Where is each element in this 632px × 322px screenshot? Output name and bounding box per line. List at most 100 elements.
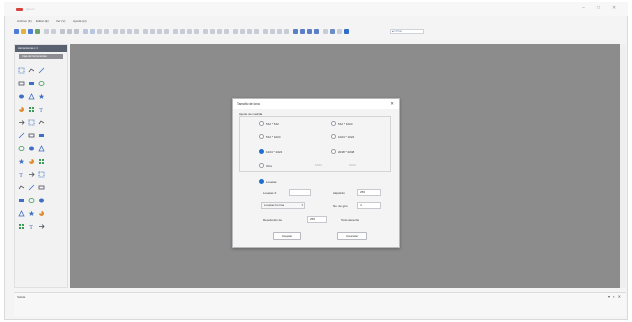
world-icon[interactable] [344, 29, 349, 34]
tile-icon[interactable] [38, 223, 45, 230]
radio-dot[interactable] [331, 134, 336, 139]
radio-dot[interactable] [259, 163, 264, 168]
redo-icon[interactable] [51, 29, 56, 34]
shape-icon[interactable] [18, 197, 25, 204]
cut-icon[interactable] [60, 29, 65, 34]
tiling-option[interactable]: Losetas [259, 179, 277, 184]
brightness-icon[interactable] [270, 29, 275, 34]
fill-icon[interactable] [38, 184, 45, 191]
undo-icon[interactable] [44, 29, 49, 34]
tile-shape-select[interactable]: Losetas Forma ▾ [261, 202, 305, 209]
option-1024x1024-b[interactable]: 1024 * 1024 [259, 149, 282, 154]
resize-icon[interactable] [210, 29, 215, 34]
option-512x1024-b[interactable]: 512 * 1024 [259, 134, 281, 139]
option-2048x2048[interactable]: 2048 * 2048 [331, 149, 354, 154]
radio-dot[interactable] [259, 134, 264, 139]
ok-button[interactable]: Aceptar [273, 232, 301, 240]
radio-dot[interactable] [331, 121, 336, 126]
star-icon[interactable] [28, 119, 35, 126]
group-icon[interactable] [173, 29, 178, 34]
zoom-out-icon[interactable] [90, 29, 95, 34]
resolution-input[interactable]: 256 [307, 216, 327, 223]
grid-large-icon[interactable]: T [28, 223, 35, 230]
line-width-select[interactable]: ■ 1 Píxel [390, 29, 424, 34]
maximize-button[interactable]: □ [597, 6, 600, 11]
contrast-icon[interactable] [277, 29, 282, 34]
radio-dot-selected[interactable] [259, 179, 264, 184]
rectangle-icon[interactable] [18, 93, 25, 100]
pen-icon[interactable] [18, 145, 25, 152]
flag-icon[interactable] [38, 171, 45, 178]
pencil-icon[interactable] [18, 80, 25, 87]
grid-icon[interactable] [38, 145, 45, 152]
menu-view[interactable]: Ver (V) [56, 19, 65, 23]
select-icon[interactable] [18, 67, 25, 74]
grid-small-icon[interactable] [28, 210, 35, 217]
dialog-close-button[interactable]: ✕ [390, 101, 394, 106]
align-center-icon[interactable] [120, 29, 125, 34]
line-icon[interactable] [38, 67, 45, 74]
eyedropper-icon[interactable] [323, 29, 328, 34]
arrow-icon[interactable] [28, 197, 35, 204]
text-icon[interactable] [28, 145, 35, 152]
rotate-icon[interactable] [28, 184, 35, 191]
rotate-left-icon[interactable] [157, 29, 162, 34]
flip-vertical-icon[interactable] [150, 29, 155, 34]
send-back-icon[interactable] [194, 29, 199, 34]
palette-4-icon[interactable] [314, 29, 319, 34]
stamp-icon[interactable] [18, 223, 25, 230]
print-icon[interactable] [35, 29, 40, 34]
option-512x512[interactable]: 512 * 512 [259, 121, 279, 126]
option-other[interactable]: Otra [259, 163, 272, 168]
radio-dot-selected[interactable] [259, 149, 264, 154]
layers-icon[interactable] [38, 210, 45, 217]
brush-icon[interactable] [18, 132, 25, 139]
histogram-icon[interactable] [247, 29, 252, 34]
save-icon[interactable] [28, 29, 33, 34]
cancel-button[interactable]: Cancelar [337, 232, 367, 240]
palette-1-icon[interactable] [293, 29, 298, 34]
polyline-icon[interactable] [38, 80, 45, 87]
polygon-icon[interactable] [38, 197, 45, 204]
gradient-icon[interactable] [38, 158, 45, 165]
filled-rectangle-icon[interactable] [28, 93, 35, 100]
option-1024x1024-a[interactable]: 1024 * 1024 [331, 134, 354, 139]
symbol-icon[interactable] [28, 171, 35, 178]
table-icon[interactable]: T [18, 171, 25, 178]
effects-icon[interactable] [233, 29, 238, 34]
open-folder-icon[interactable] [21, 29, 26, 34]
paste-icon[interactable] [74, 29, 79, 34]
palette-3-icon[interactable] [307, 29, 312, 34]
rotate-right-icon[interactable] [164, 29, 169, 34]
curve-icon[interactable] [28, 80, 35, 87]
hue-icon[interactable] [263, 29, 268, 34]
palette-2-icon[interactable] [300, 29, 305, 34]
image-icon[interactable] [18, 158, 25, 165]
rounded-rectangle-icon[interactable] [38, 93, 45, 100]
filter-icon[interactable] [240, 29, 245, 34]
arrow-right-icon[interactable] [18, 210, 25, 217]
color-picker-icon[interactable] [330, 29, 335, 34]
extra-option-label[interactable]: Todo derecho [341, 218, 359, 222]
new-file-icon[interactable] [14, 29, 19, 34]
ruler-icon[interactable] [104, 29, 109, 34]
close-button[interactable]: ✕ [612, 6, 616, 11]
tool-panel-header[interactable]: Herramientas ▾ ✕ [15, 45, 67, 52]
flip-horizontal-icon[interactable] [143, 29, 148, 34]
invert-icon[interactable] [284, 29, 289, 34]
tile-width-input[interactable] [289, 189, 311, 196]
pie-icon[interactable] [38, 119, 45, 126]
grid-toggle-icon[interactable] [97, 29, 102, 34]
option-512x1024-a[interactable]: 512 * 1024 [331, 121, 353, 126]
levels-icon[interactable] [254, 29, 259, 34]
ellipse-icon[interactable] [18, 106, 25, 113]
radio-dot[interactable] [331, 149, 336, 154]
output-panel-controls[interactable]: ▾ ▪ ✕ [608, 294, 622, 299]
align-left-icon[interactable] [113, 29, 118, 34]
bring-front-icon[interactable] [187, 29, 192, 34]
tile-height-input[interactable]: 256 [357, 189, 381, 196]
circle-icon[interactable] [28, 132, 35, 139]
menu-edit[interactable]: Editar (E) [36, 19, 49, 23]
crop-icon[interactable] [203, 29, 208, 34]
spray-icon[interactable] [38, 132, 45, 139]
